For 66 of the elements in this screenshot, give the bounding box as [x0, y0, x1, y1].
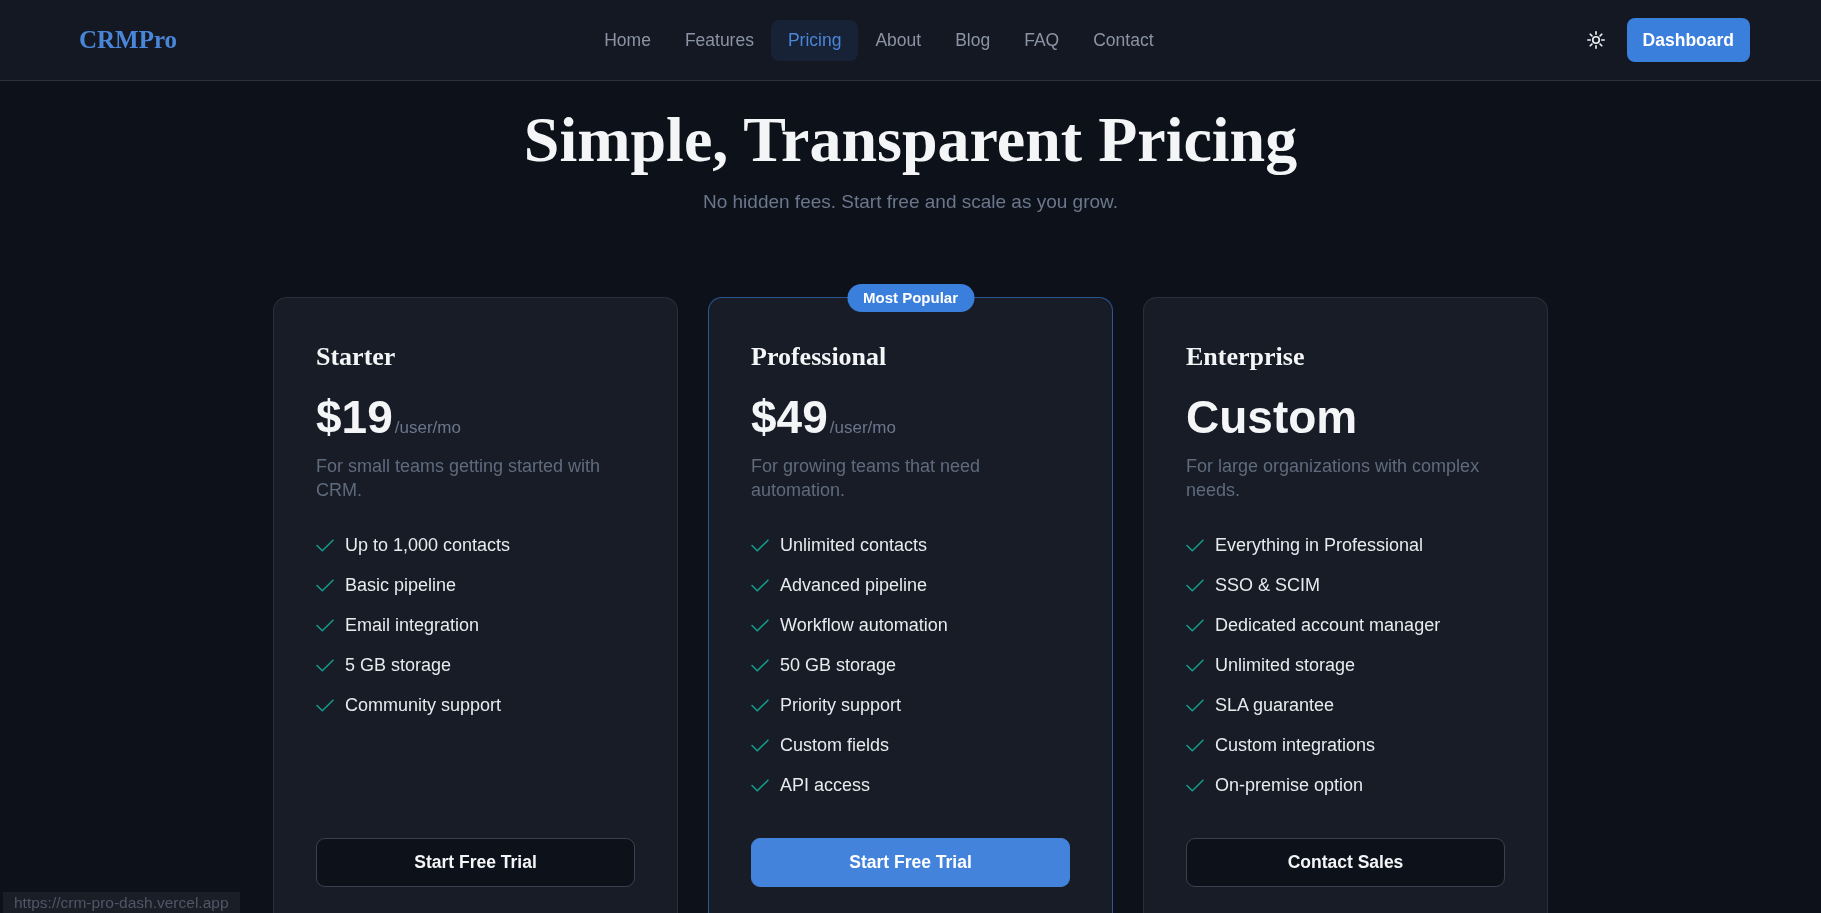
- plan-description: For large organizations with complex needs.: [1186, 455, 1481, 502]
- feature-text: 5 GB storage: [345, 654, 452, 677]
- price-text: $19: [316, 390, 393, 445]
- check-icon: [751, 698, 769, 712]
- feature-text: Unlimited storage: [1215, 654, 1356, 677]
- feature-text: Everything in Professional: [1215, 534, 1424, 557]
- brand-logo[interactable]: CRMPro: [79, 24, 178, 56]
- check-icon: [1186, 538, 1204, 552]
- feature-text: Advanced pipeline: [780, 574, 928, 597]
- feature-text: Email integration: [345, 614, 480, 637]
- feature-text: Basic pipeline: [345, 574, 457, 597]
- feature-text: Unlimited contacts: [780, 534, 928, 557]
- check-icon: [751, 738, 769, 752]
- feature-text: API access: [780, 774, 871, 797]
- plan-description: For growing teams that need automation.: [751, 455, 982, 502]
- nav-link[interactable]: Features: [667, 19, 771, 61]
- check-icon: [316, 618, 334, 632]
- dashboard-button[interactable]: Dashboard: [1626, 18, 1750, 62]
- check-icon: [316, 578, 334, 592]
- plan-name: Starter: [316, 341, 397, 373]
- feature-text: SSO & SCIM: [1215, 574, 1321, 597]
- nav-link[interactable]: Contact: [1076, 19, 1171, 61]
- nav-link[interactable]: Blog: [938, 19, 1008, 61]
- sun-icon: [1586, 31, 1605, 49]
- plan-cta-button[interactable]: Start Free Trial: [316, 838, 635, 887]
- page-subtitle: No hidden fees. Start free and scale as you grow.: [702, 190, 1119, 214]
- feature-text: Priority support: [780, 694, 902, 717]
- feature-text: 50 GB storage: [780, 654, 897, 677]
- check-icon: [1186, 778, 1204, 792]
- feature-text: Custom integrations: [1215, 734, 1376, 757]
- plan-name: Enterprise: [1186, 341, 1306, 373]
- check-icon: [751, 578, 769, 592]
- check-icon: [1186, 658, 1204, 672]
- plan-description: For small teams getting started with CRM.: [316, 455, 602, 502]
- check-icon: [1186, 618, 1204, 632]
- price-period: /user/mo: [394, 417, 461, 439]
- check-icon: [316, 658, 334, 672]
- feature-text: Custom fields: [780, 734, 890, 757]
- feature-text: Community support: [345, 694, 502, 717]
- feature-text: Workflow automation: [780, 614, 948, 637]
- nav-link[interactable]: About: [858, 19, 939, 61]
- popular-badge: Most Popular: [847, 284, 974, 312]
- check-icon: [751, 538, 769, 552]
- nav-link[interactable]: Pricing: [770, 19, 859, 61]
- plan-cta-button[interactable]: Start Free Trial: [751, 838, 1070, 887]
- check-icon: [316, 538, 334, 552]
- nav-link[interactable]: Home: [587, 19, 668, 61]
- plan-name: Professional: [751, 341, 888, 373]
- page-title: Simple, Transparent Pricing: [523, 105, 1298, 175]
- nav-link[interactable]: FAQ: [1007, 19, 1077, 61]
- price-period: /user/mo: [829, 417, 896, 439]
- feature-text: Dedicated account manager: [1215, 614, 1441, 637]
- price-text: Custom: [1186, 390, 1358, 445]
- check-icon: [751, 778, 769, 792]
- plan-cta-button[interactable]: Contact Sales: [1186, 838, 1505, 887]
- check-icon: [1186, 578, 1204, 592]
- price-text: $49: [751, 390, 828, 445]
- check-icon: [1186, 698, 1204, 712]
- check-icon: [1186, 738, 1204, 752]
- feature-text: SLA guarantee: [1215, 694, 1335, 717]
- check-icon: [751, 618, 769, 632]
- link-url-preview: https://crm-pro-dash.vercel.app: [3, 892, 240, 913]
- check-icon: [751, 658, 769, 672]
- feature-text: On-premise option: [1215, 774, 1364, 797]
- check-icon: [316, 698, 334, 712]
- feature-text: Up to 1,000 contacts: [345, 534, 511, 557]
